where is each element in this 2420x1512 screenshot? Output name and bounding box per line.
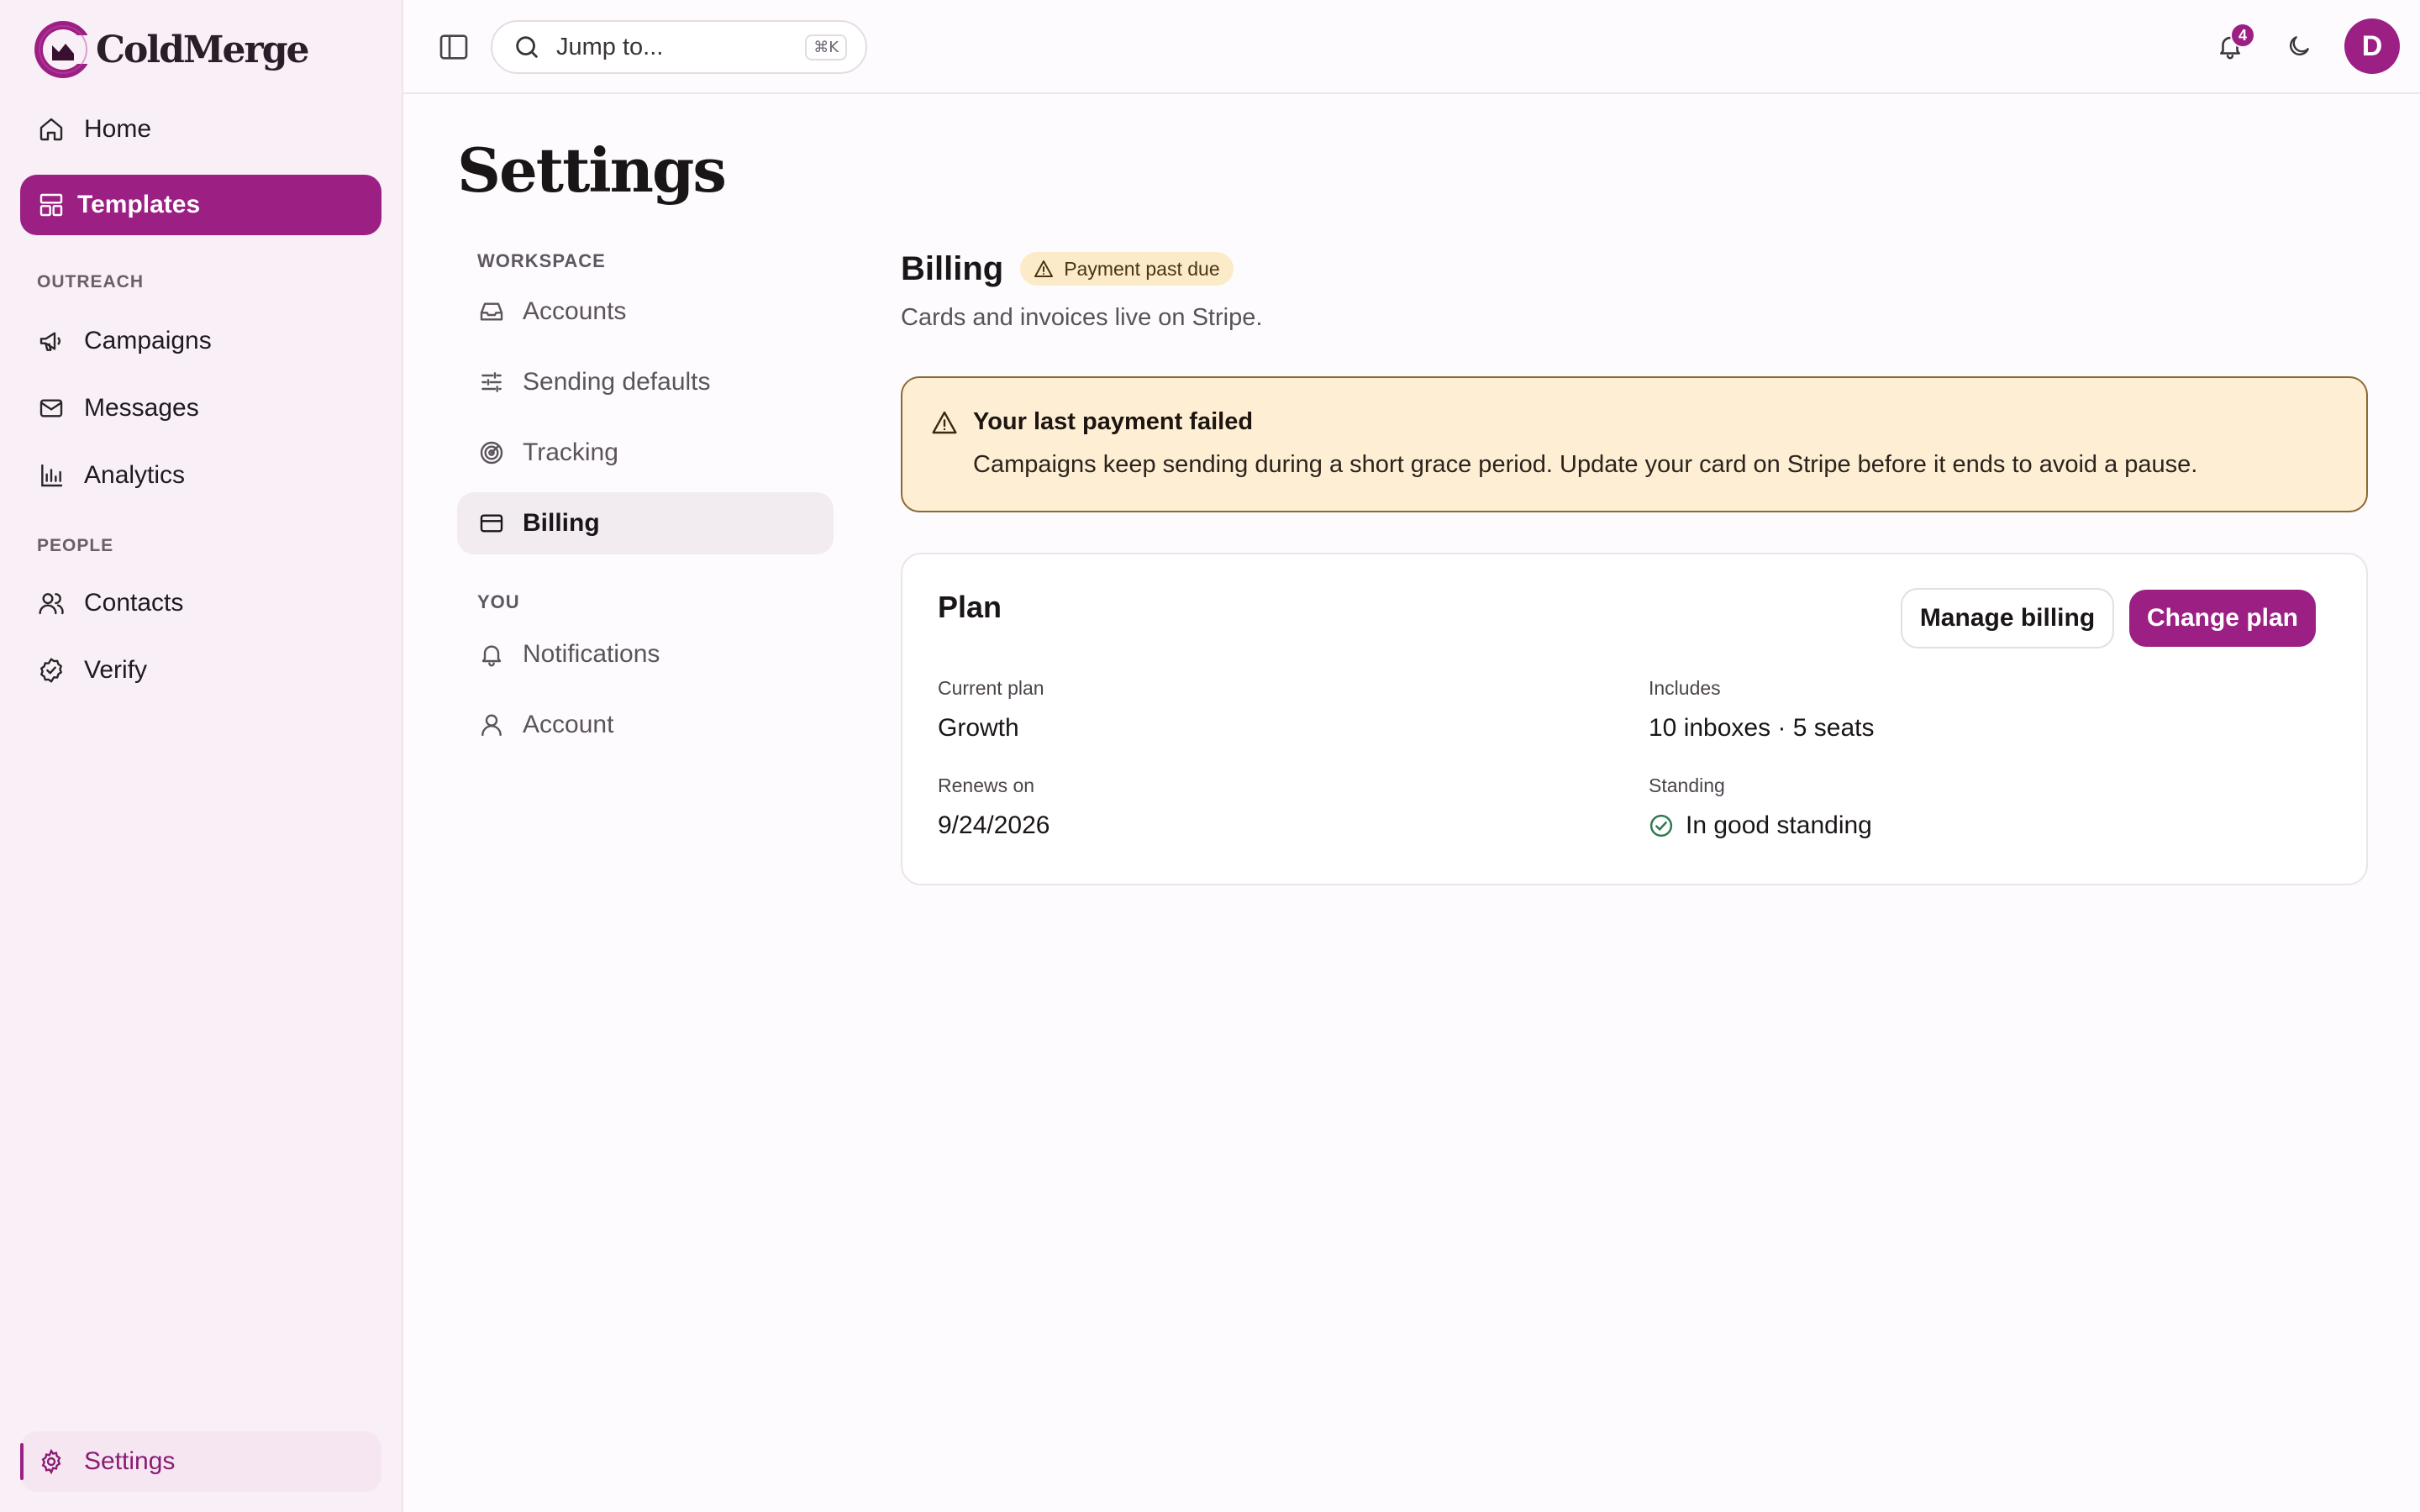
payment-status-text: Payment past due	[1064, 257, 1220, 280]
sliders-icon	[477, 368, 506, 396]
standing-label: Standing	[1649, 774, 1725, 796]
change-plan-button[interactable]: Change plan	[2129, 590, 2316, 647]
payment-failed-alert: Your last payment failed Campaigns keep …	[901, 376, 2368, 512]
layout-template-icon	[37, 191, 66, 219]
renews-on-label: Renews on	[938, 774, 1035, 796]
user-icon	[477, 711, 506, 739]
subnav-group-you: YOU	[477, 591, 520, 612]
topbar: Jump to... ⌘K 4 D	[403, 0, 2420, 94]
subnav-item-label: Accounts	[523, 297, 627, 325]
notification-count-badge: 4	[2230, 23, 2255, 48]
sidebar-item-campaigns[interactable]: Campaigns	[20, 311, 381, 371]
main-content: Jump to... ⌘K 4 D Settings WORKSPACE Acc…	[403, 0, 2420, 1512]
subnav-item-label: Tracking	[523, 438, 618, 466]
sidebar-toggle-icon[interactable]	[437, 30, 471, 64]
search-placeholder: Jump to...	[556, 33, 664, 60]
sidebar-group-outreach: OUTREACH	[37, 272, 144, 291]
subnav-item-tracking[interactable]: Tracking	[457, 422, 834, 484]
current-plan-value: Growth	[938, 714, 1019, 742]
search-shortcut-hint: ⌘K	[805, 34, 847, 60]
home-icon	[37, 115, 66, 144]
mail-icon	[37, 394, 66, 423]
manage-billing-button[interactable]: Manage billing	[1901, 588, 2114, 648]
subnav-item-label: Sending defaults	[523, 368, 711, 396]
users-icon	[37, 589, 66, 617]
search-icon	[516, 36, 538, 58]
bell-icon	[477, 640, 506, 669]
notifications-button[interactable]: 4	[2210, 23, 2255, 66]
search-input[interactable]: Jump to... ⌘K	[491, 20, 867, 74]
subnav-item-accounts[interactable]: Accounts	[457, 281, 834, 343]
page-title: Settings	[457, 134, 727, 206]
standing-value: In good standing	[1649, 811, 1872, 840]
inbox-icon	[477, 297, 506, 326]
subnav-item-label: Notifications	[523, 640, 660, 668]
sidebar-item-label: Contacts	[84, 589, 184, 617]
check-circle-icon	[1649, 814, 1673, 837]
subnav-group-workspace: WORKSPACE	[477, 250, 606, 271]
standing-text: In good standing	[1686, 811, 1872, 839]
current-plan-label: Current plan	[938, 677, 1044, 699]
warning-triangle-icon	[932, 411, 957, 433]
alert-body: Campaigns keep sending during a short gr…	[973, 451, 2198, 478]
moon-icon	[2290, 36, 2309, 55]
billing-section: Billing Payment past due Cards and invoi…	[901, 249, 2370, 885]
subnav-item-label: Account	[523, 711, 614, 738]
sidebar-item-label: Templates	[77, 191, 201, 218]
radar-icon	[477, 438, 506, 467]
subnav-item-notifications[interactable]: Notifications	[457, 623, 834, 685]
subnav-item-account[interactable]: Account	[457, 694, 834, 756]
brand-logo[interactable]: ColdMerge	[32, 18, 309, 81]
plan-card: Plan Manage billing Change plan Current …	[901, 553, 2368, 885]
sidebar-item-messages[interactable]: Messages	[20, 378, 381, 438]
sidebar-item-label: Settings	[84, 1447, 176, 1475]
sidebar-item-label: Messages	[84, 394, 199, 422]
sidebar-item-verify[interactable]: Verify	[20, 640, 381, 701]
credit-card-icon	[477, 509, 506, 538]
badge-check-icon	[37, 656, 66, 685]
billing-title: Billing	[901, 249, 1004, 287]
warning-triangle-icon	[1034, 260, 1054, 277]
alert-title: Your last payment failed	[973, 408, 1254, 435]
sidebar-item-settings[interactable]: Settings	[20, 1431, 381, 1492]
sidebar-item-label: Home	[84, 115, 152, 143]
brand-name: ColdMerge	[96, 28, 309, 71]
sidebar-item-label: Analytics	[84, 461, 186, 489]
sidebar-item-analytics[interactable]: Analytics	[20, 445, 381, 506]
megaphone-icon	[37, 327, 66, 355]
subnav-item-billing[interactable]: Billing	[457, 492, 834, 554]
sidebar-item-contacts[interactable]: Contacts	[20, 573, 381, 633]
includes-value: 10 inboxes · 5 seats	[1649, 714, 1875, 742]
sidebar-group-people: PEOPLE	[37, 536, 114, 555]
payment-status-badge: Payment past due	[1020, 252, 1234, 286]
coldmerge-logo-icon	[34, 21, 94, 78]
theme-toggle-button[interactable]	[2279, 26, 2319, 66]
includes-label: Includes	[1649, 677, 1721, 699]
sidebar-item-label: Verify	[84, 656, 148, 684]
gear-icon	[37, 1447, 66, 1476]
bar-chart-icon	[37, 461, 66, 490]
billing-header: Billing Payment past due	[901, 249, 2370, 289]
plan-card-title: Plan	[938, 590, 1002, 624]
sidebar-item-label: Campaigns	[84, 327, 212, 354]
renews-on-value: 9/24/2026	[938, 811, 1050, 839]
sidebar: ColdMerge Home Templates OUTREACH Campai…	[0, 0, 403, 1512]
subnav-item-label: Billing	[523, 509, 600, 537]
topbar-actions: 4 D	[2210, 18, 2400, 74]
user-avatar[interactable]: D	[2344, 18, 2400, 74]
sidebar-item-templates[interactable]: Templates	[20, 175, 381, 235]
subnav-item-sending-defaults[interactable]: Sending defaults	[457, 351, 834, 413]
sidebar-item-home[interactable]: Home	[20, 99, 381, 160]
billing-subtitle: Cards and invoices live on Stripe.	[901, 304, 1263, 331]
